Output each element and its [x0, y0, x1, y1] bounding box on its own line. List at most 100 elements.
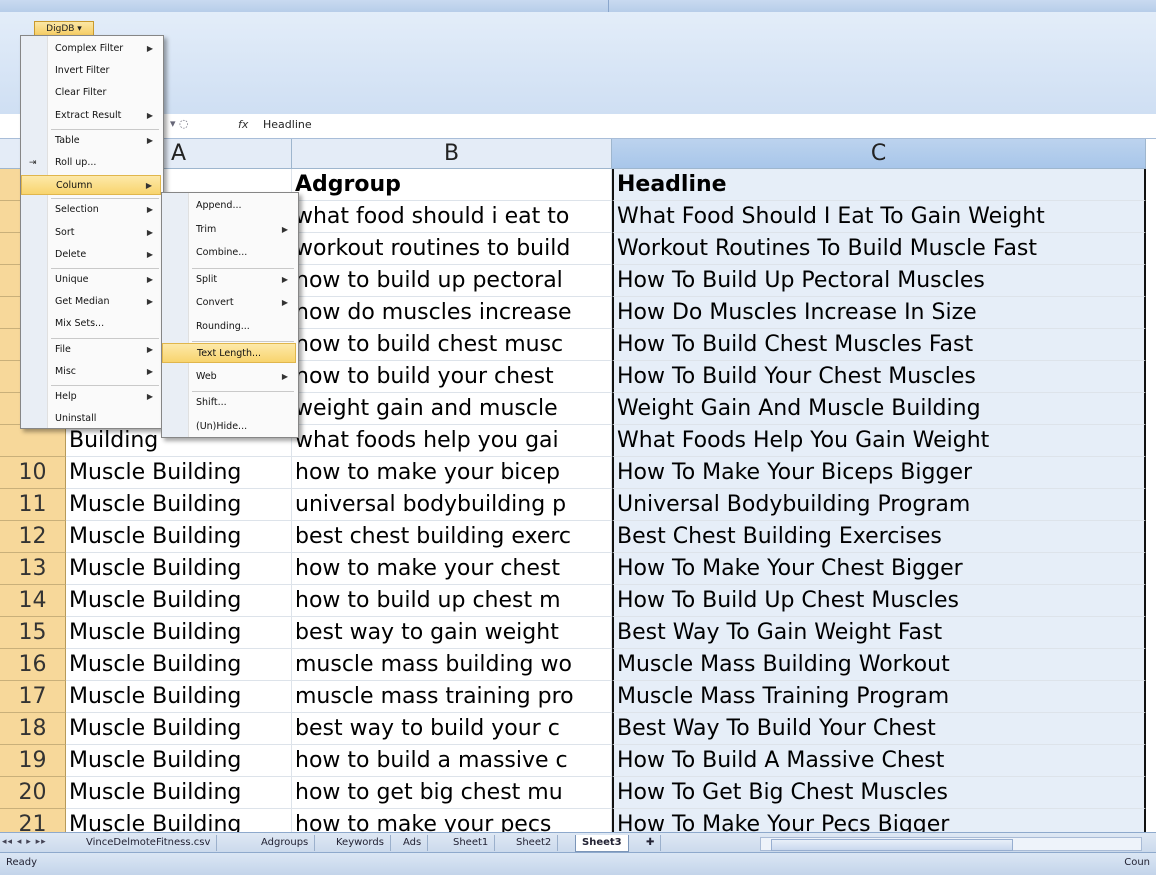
- menu-item-misc[interactable]: Misc ▶: [21, 362, 161, 382]
- cell-headline[interactable]: Weight Gain And Muscle Building: [612, 393, 1146, 425]
- cell-adgroup[interactable]: how to build your chest: [292, 361, 612, 393]
- cell-headline[interactable]: How To Build Your Chest Muscles: [612, 361, 1146, 393]
- cell-adgroup[interactable]: best way to build your c: [292, 713, 612, 745]
- menu-item-delete[interactable]: Delete ▶: [21, 245, 161, 265]
- row-number[interactable]: 12: [0, 521, 66, 553]
- menu-item-roll-up[interactable]: Roll up... ⇥: [21, 153, 161, 173]
- cell-headline[interactable]: How To Build A Massive Chest: [612, 745, 1146, 777]
- menu-item-combine[interactable]: Combine...: [162, 243, 296, 263]
- cell-headline[interactable]: Workout Routines To Build Muscle Fast: [612, 233, 1146, 265]
- cell-headline[interactable]: What Foods Help You Gain Weight: [612, 425, 1146, 457]
- menu-item-sort[interactable]: Sort ▶: [21, 223, 161, 243]
- cell-adgroup[interactable]: what food should i eat to: [292, 201, 612, 233]
- menu-item-selection[interactable]: Selection ▶: [21, 200, 161, 220]
- menu-item-table[interactable]: Table ▶: [21, 131, 161, 151]
- menu-item-uninstall[interactable]: Uninstall: [21, 409, 161, 429]
- cell-headline[interactable]: How To Build Up Chest Muscles: [612, 585, 1146, 617]
- menu-item-unique[interactable]: Unique ▶: [21, 270, 161, 290]
- fx-icon[interactable]: fx: [238, 118, 248, 131]
- cell-headline[interactable]: How To Build Chest Muscles Fast: [612, 329, 1146, 361]
- cell-headline[interactable]: How To Get Big Chest Muscles: [612, 777, 1146, 809]
- cell-headline[interactable]: Best Chest Building Exercises: [612, 521, 1146, 553]
- cell-adgroup[interactable]: muscle mass building wo: [292, 649, 612, 681]
- cell-campaign[interactable]: Muscle Building: [66, 649, 292, 681]
- cell-headline[interactable]: How To Build Up Pectoral Muscles: [612, 265, 1146, 297]
- insert-sheet-icon[interactable]: ✚: [640, 835, 662, 851]
- menu-item-text-length[interactable]: Text Length...: [162, 343, 296, 363]
- menu-item-file[interactable]: File ▶: [21, 340, 161, 360]
- cell-headline[interactable]: Headline: [612, 169, 1146, 201]
- cell-headline[interactable]: How To Make Your Chest Bigger: [612, 553, 1146, 585]
- row-number[interactable]: 13: [0, 553, 66, 585]
- sheet-tab[interactable]: Keywords: [330, 835, 391, 851]
- menu-item-trim[interactable]: Trim ▶: [162, 220, 296, 240]
- menu-item-invert-filter[interactable]: Invert Filter: [21, 61, 161, 81]
- menu-item-clear-filter[interactable]: Clear Filter: [21, 83, 161, 103]
- cell-headline[interactable]: Muscle Mass Building Workout: [612, 649, 1146, 681]
- cell-adgroup[interactable]: how to make your chest: [292, 553, 612, 585]
- cell-adgroup[interactable]: what foods help you gai: [292, 425, 612, 457]
- cell-adgroup[interactable]: best way to gain weight: [292, 617, 612, 649]
- menu-item-convert[interactable]: Convert ▶: [162, 293, 296, 313]
- row-number[interactable]: 17: [0, 681, 66, 713]
- row-number[interactable]: 10: [0, 457, 66, 489]
- row-number[interactable]: 15: [0, 617, 66, 649]
- cell-headline[interactable]: What Food Should I Eat To Gain Weight: [612, 201, 1146, 233]
- horizontal-scroll-thumb[interactable]: [771, 839, 1013, 851]
- row-number[interactable]: 20: [0, 777, 66, 809]
- menu-item-shift[interactable]: Shift...: [162, 393, 296, 413]
- cell-adgroup[interactable]: how to make your bicep: [292, 457, 612, 489]
- cell-adgroup[interactable]: workout routines to build: [292, 233, 612, 265]
- cell-campaign[interactable]: Muscle Building: [66, 681, 292, 713]
- cell-adgroup[interactable]: how do muscles increase: [292, 297, 612, 329]
- cell-campaign[interactable]: Muscle Building: [66, 713, 292, 745]
- menu-item-get-median[interactable]: Get Median ▶: [21, 292, 161, 312]
- row-number[interactable]: 11: [0, 489, 66, 521]
- sheet-tab[interactable]: VinceDelmoteFitness.csv: [80, 835, 218, 851]
- sheet-tab[interactable]: Ads: [397, 835, 429, 851]
- cell-campaign[interactable]: Muscle Building: [66, 617, 292, 649]
- cell-adgroup[interactable]: how to build a massive c: [292, 745, 612, 777]
- cell-campaign[interactable]: Muscle Building: [66, 585, 292, 617]
- row-number[interactable]: 18: [0, 713, 66, 745]
- cell-adgroup[interactable]: best chest building exerc: [292, 521, 612, 553]
- row-number[interactable]: 14: [0, 585, 66, 617]
- menu-item-append[interactable]: Append...: [162, 196, 296, 216]
- menu-item-complex-filter[interactable]: Complex Filter ▶: [21, 39, 161, 59]
- cell-adgroup[interactable]: weight gain and muscle: [292, 393, 612, 425]
- row-number[interactable]: 19: [0, 745, 66, 777]
- sheet-tab[interactable]: Sheet2: [510, 835, 559, 851]
- cell-campaign[interactable]: Muscle Building: [66, 553, 292, 585]
- cell-campaign[interactable]: Muscle Building: [66, 777, 292, 809]
- cell-adgroup[interactable]: muscle mass training pro: [292, 681, 612, 713]
- cell-adgroup[interactable]: how to build chest musc: [292, 329, 612, 361]
- cell-campaign[interactable]: Muscle Building: [66, 457, 292, 489]
- sheet-tab[interactable]: Adgroups: [255, 835, 316, 851]
- menu-item-un-hide[interactable]: (Un)Hide...: [162, 417, 296, 437]
- cell-campaign[interactable]: Muscle Building: [66, 489, 292, 521]
- sheet-nav-arrows-icon[interactable]: ◂◂ ◂ ▸ ▸▸: [2, 837, 47, 847]
- menu-item-rounding[interactable]: Rounding...: [162, 317, 296, 337]
- cell-adgroup[interactable]: how to build up chest m: [292, 585, 612, 617]
- cell-adgroup[interactable]: how to get big chest mu: [292, 777, 612, 809]
- cell-adgroup[interactable]: how to build up pectoral: [292, 265, 612, 297]
- cell-adgroup[interactable]: Adgroup: [292, 169, 612, 201]
- row-number[interactable]: 16: [0, 649, 66, 681]
- menu-item-column[interactable]: Column ▶: [21, 175, 161, 196]
- menu-item-web[interactable]: Web ▶: [162, 367, 296, 387]
- sheet-tab[interactable]: Sheet3: [575, 835, 629, 852]
- menu-item-split[interactable]: Split ▶: [162, 270, 296, 290]
- cell-headline[interactable]: Best Way To Build Your Chest: [612, 713, 1146, 745]
- cell-headline[interactable]: Best Way To Gain Weight Fast: [612, 617, 1146, 649]
- cell-headline[interactable]: How Do Muscles Increase In Size: [612, 297, 1146, 329]
- cell-campaign[interactable]: Muscle Building: [66, 521, 292, 553]
- cell-headline[interactable]: Universal Bodybuilding Program: [612, 489, 1146, 521]
- horizontal-scrollbar[interactable]: [760, 837, 1142, 851]
- menu-item-help[interactable]: Help ▶: [21, 387, 161, 407]
- menu-item-extract-result[interactable]: Extract Result ▶: [21, 106, 161, 126]
- column-header-c[interactable]: C: [612, 139, 1146, 169]
- sheet-tab[interactable]: Sheet1: [447, 835, 496, 851]
- row-number[interactable]: [0, 425, 66, 457]
- cell-headline[interactable]: Muscle Mass Training Program: [612, 681, 1146, 713]
- menu-item-mix-sets[interactable]: Mix Sets...: [21, 314, 161, 334]
